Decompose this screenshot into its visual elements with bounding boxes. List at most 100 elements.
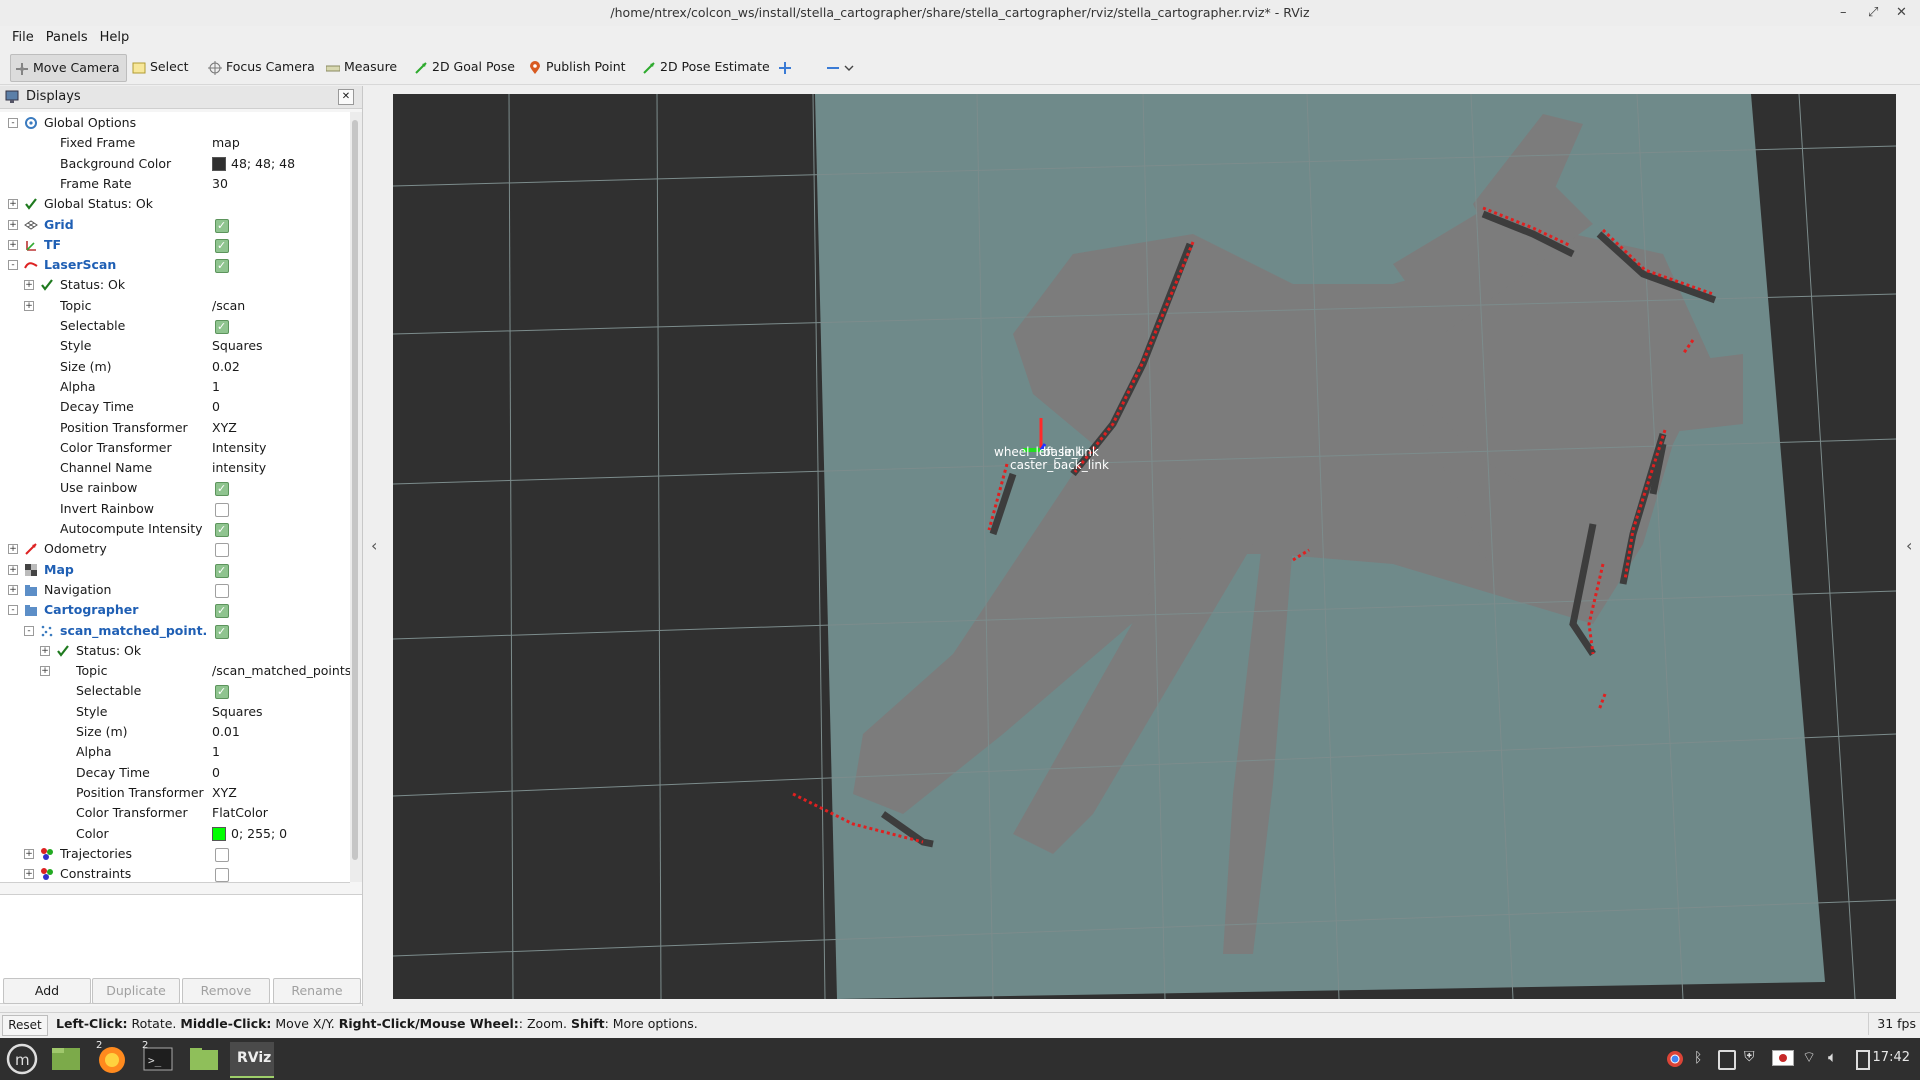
tree-row-style[interactable]: Style Squares [0, 336, 350, 356]
tree-scrollbar[interactable] [350, 112, 362, 882]
firefox-app[interactable]: 2 [94, 1040, 130, 1076]
enable-checkbox[interactable] [215, 622, 229, 642]
bluetooth-icon[interactable]: ᛒ [1694, 1050, 1702, 1066]
collapse-toggle-icon[interactable]: - [8, 260, 18, 271]
color-swatch[interactable] [212, 827, 226, 841]
tree-row-use-rainbow[interactable]: Use rainbow [0, 478, 350, 499]
tree-row-alpha[interactable]: Alpha 1 [0, 742, 350, 762]
folder-app[interactable] [186, 1042, 222, 1076]
mint-menu-button[interactable]: m [4, 1042, 40, 1076]
enable-checkbox[interactable] [215, 682, 229, 702]
tree-row-scan-matched-point[interactable]: - scan_matched_point... [0, 621, 350, 642]
tree-row-decay-time[interactable]: Decay Time 0 [0, 397, 350, 417]
2d-goal-pose-tool[interactable]: 2D Goal Pose [410, 54, 521, 80]
expand-toggle-icon[interactable]: + [8, 544, 18, 555]
enable-checkbox[interactable] [215, 479, 229, 499]
enable-checkbox[interactable] [215, 847, 229, 862]
tree-row-color-transformer[interactable]: Color Transformer FlatColor [0, 803, 350, 823]
enable-checkbox[interactable] [215, 502, 229, 517]
measure-tool[interactable]: Measure [322, 54, 403, 80]
expand-toggle-icon[interactable]: + [24, 280, 34, 291]
expand-toggle-icon[interactable]: + [8, 584, 18, 595]
tree-row-decay-time[interactable]: Decay Time 0 [0, 763, 350, 783]
minimize-button[interactable]: – [1840, 0, 1847, 26]
volume-icon[interactable]: 🔈︎ [1828, 1048, 1837, 1066]
tree-row-fixed-frame[interactable]: Fixed Frame map [0, 133, 350, 153]
enable-checkbox[interactable] [215, 216, 229, 236]
tree-row-color-transformer[interactable]: Color Transformer Intensity [0, 438, 350, 458]
property-value[interactable]: XYZ [212, 418, 350, 438]
tree-row-position-transformer[interactable]: Position Transformer XYZ [0, 418, 350, 438]
tree-row-odometry[interactable]: + Odometry [0, 539, 350, 559]
collapse-toggle-icon[interactable]: - [8, 605, 18, 616]
tree-row-position-transformer[interactable]: Position Transformer XYZ [0, 783, 350, 803]
property-value[interactable]: 1 [212, 377, 350, 397]
property-value[interactable]: 0 [212, 763, 350, 783]
property-value[interactable]: map [212, 133, 350, 153]
property-value[interactable]: 0.02 [212, 357, 350, 377]
enable-checkbox[interactable] [215, 868, 229, 882]
collapse-toggle-icon[interactable]: - [8, 118, 18, 128]
property-value[interactable]: Squares [212, 702, 350, 722]
clipboard-icon[interactable] [1718, 1050, 1736, 1070]
menu-file[interactable]: File [6, 26, 40, 50]
tree-row-status-ok[interactable]: + Status: Ok [0, 641, 350, 661]
network-icon[interactable]: ⌔ [1802, 1048, 1816, 1067]
tree-row-invert-rainbow[interactable]: Invert Rainbow [0, 499, 350, 519]
tree-row-global-options[interactable]: - Global Options [0, 113, 350, 133]
property-value[interactable]: /scan_matched_points2 [212, 661, 350, 681]
enable-checkbox[interactable] [215, 543, 229, 558]
tree-row-size-m[interactable]: Size (m) 0.02 [0, 357, 350, 377]
property-value[interactable]: 30 [212, 174, 350, 194]
color-swatch[interactable] [212, 157, 226, 172]
tree-row-map[interactable]: + Map [0, 560, 350, 581]
property-value[interactable]: FlatColor [212, 803, 350, 823]
tree-row-topic[interactable]: + Topic/scan_matched_points2 [0, 661, 350, 681]
tree-row-tf[interactable]: + TF [0, 235, 350, 256]
select-tool[interactable]: Select [128, 54, 195, 80]
publish-point-tool[interactable]: Publish Point [524, 54, 632, 80]
tree-row-constraints[interactable]: + Constraints [0, 864, 350, 882]
tree-row-cartographer[interactable]: - Cartographer [0, 600, 350, 621]
property-value[interactable]: 0.01 [212, 722, 350, 742]
collapse-right-panel-icon[interactable]: ‹ [1906, 536, 1912, 555]
tree-row-channel-name[interactable]: Channel Name intensity [0, 458, 350, 478]
files-app[interactable] [48, 1042, 84, 1076]
tree-row-frame-rate[interactable]: Frame Rate 30 [0, 174, 350, 194]
expand-toggle-icon[interactable]: + [24, 869, 34, 880]
enable-checkbox[interactable] [215, 520, 229, 540]
tree-row-background-color[interactable]: Background Color 48; 48; 48 [0, 154, 350, 174]
2d-pose-estimate-tool[interactable]: 2D Pose Estimate [638, 54, 776, 80]
expand-toggle-icon[interactable]: + [40, 645, 50, 656]
tree-row-style[interactable]: Style Squares [0, 702, 350, 722]
expand-toggle-icon[interactable]: + [8, 199, 18, 210]
maximize-button[interactable]: ⤢ [1868, 0, 1878, 26]
collapse-toggle-icon[interactable]: - [24, 625, 34, 636]
tree-row-status-ok[interactable]: + Status: Ok [0, 275, 350, 295]
rviz-app[interactable]: RViz [230, 1042, 274, 1078]
enable-checkbox[interactable] [215, 236, 229, 256]
property-value[interactable]: XYZ [212, 783, 350, 803]
tree-row-size-m[interactable]: Size (m) 0.01 [0, 722, 350, 742]
keyboard-flag-icon[interactable] [1772, 1050, 1794, 1066]
expand-toggle-icon[interactable]: + [8, 239, 18, 250]
chrome-icon[interactable] [1666, 1050, 1686, 1068]
tree-row-grid[interactable]: + Grid [0, 215, 350, 236]
scrollbar-thumb[interactable] [352, 120, 358, 860]
add-tool-button[interactable] [774, 54, 802, 80]
duplicate-display-button[interactable]: Duplicate [92, 978, 180, 1004]
enable-checkbox[interactable] [215, 561, 229, 581]
property-value[interactable]: /scan [212, 296, 350, 316]
property-value[interactable]: 48; 48; 48 [212, 154, 350, 174]
expand-toggle-icon[interactable]: + [24, 300, 34, 311]
property-value[interactable]: 1 [212, 742, 350, 762]
move-camera-tool[interactable]: Move Camera [10, 54, 127, 82]
tree-row-color[interactable]: Color 0; 255; 0 [0, 824, 350, 844]
expand-toggle-icon[interactable]: + [40, 666, 50, 677]
enable-checkbox[interactable] [215, 317, 229, 337]
expand-toggle-icon[interactable]: + [8, 219, 18, 230]
expand-toggle-icon[interactable]: + [8, 564, 18, 575]
terminal-app[interactable]: >_ 2 [140, 1040, 176, 1076]
focus-camera-tool[interactable]: Focus Camera [204, 54, 321, 80]
close-panel-button[interactable]: ✕ [338, 89, 354, 105]
